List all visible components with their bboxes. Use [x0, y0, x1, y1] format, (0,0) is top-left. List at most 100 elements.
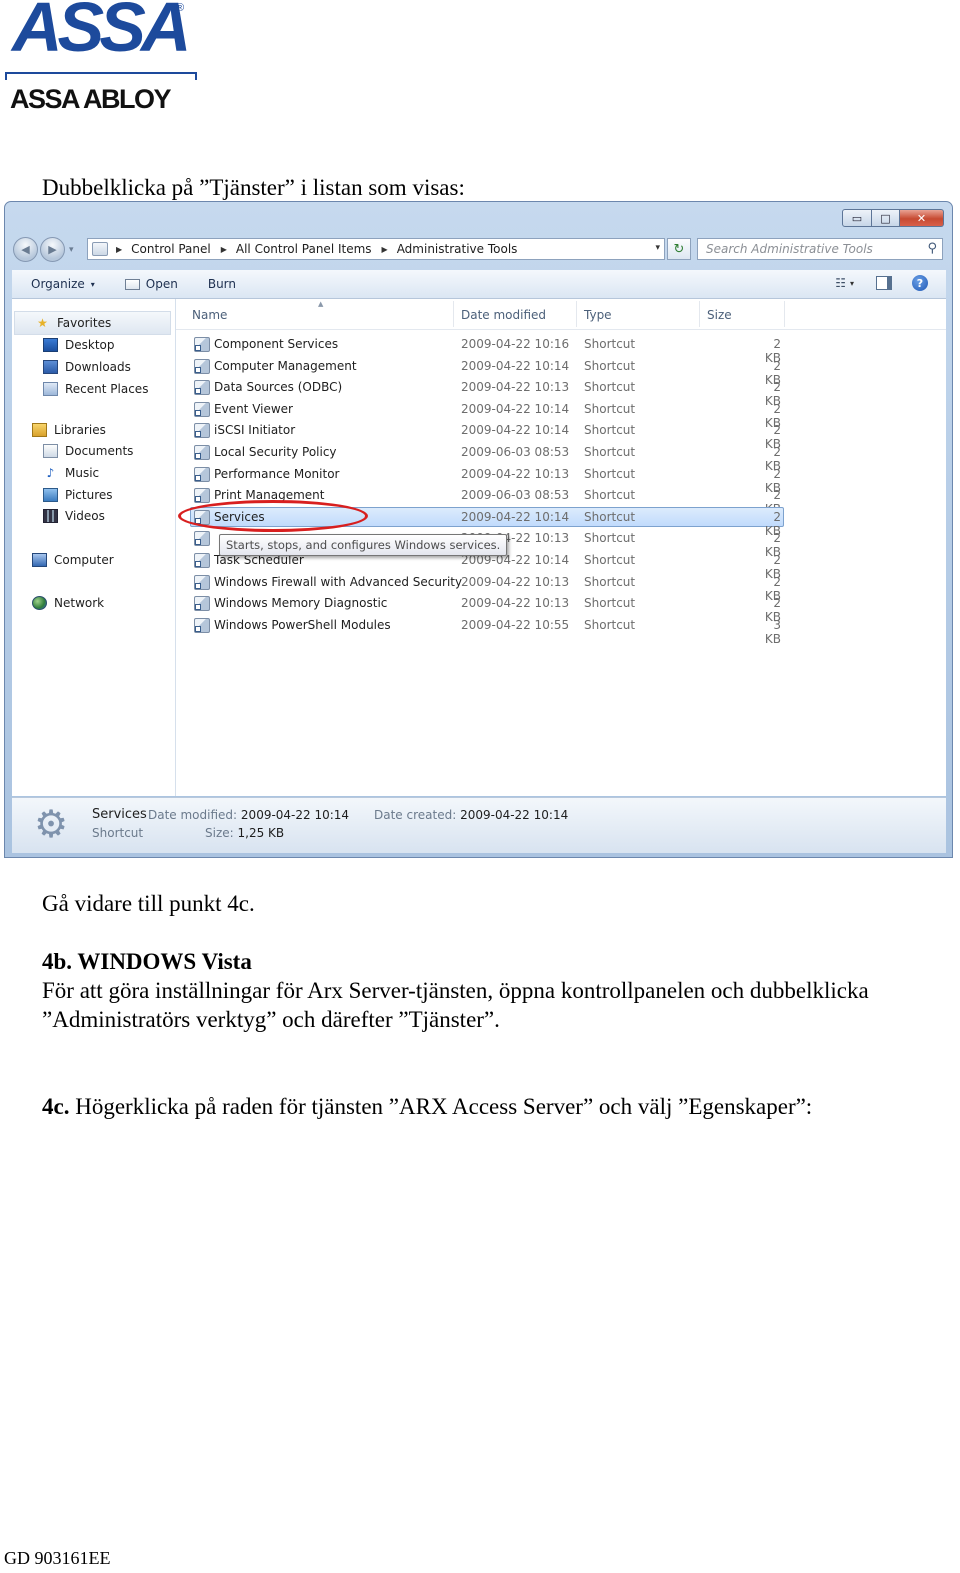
- views-dropdown-icon[interactable]: ▾: [850, 279, 854, 288]
- file-row[interactable]: Windows Memory Diagnostic 2009-04-22 10:1…: [176, 593, 946, 624]
- nav-music[interactable]: ♪ Music: [12, 462, 175, 484]
- file-name: Data Sources (ODBC): [214, 380, 343, 395]
- breadcrumb-control-panel[interactable]: Control Panel: [131, 242, 211, 256]
- column-date-modified[interactable]: Date modified: [461, 308, 546, 322]
- assa-abloy-logo: ASSA ® ASSA ABLOY: [4, 0, 197, 120]
- column-type[interactable]: Type: [584, 308, 612, 322]
- breadcrumb-administrative-tools[interactable]: Administrative Tools: [397, 242, 518, 256]
- column-divider[interactable]: [784, 301, 785, 327]
- file-date-modified: 2009-04-22 10:16: [461, 337, 570, 351]
- breadcrumb-separator-icon[interactable]: ▶: [382, 245, 388, 254]
- file-type: Shortcut: [584, 617, 636, 632]
- file-type: Shortcut: [584, 509, 636, 524]
- column-divider[interactable]: [576, 301, 577, 327]
- recent-places-icon: [43, 381, 58, 396]
- search-icon[interactable]: ⚲: [927, 241, 937, 256]
- file-name: Windows Firewall with Advanced Security: [214, 574, 463, 589]
- file-row[interactable]: Component Services 2009-04-22 10:16 Shortc…: [176, 334, 946, 365]
- maximize-button[interactable]: □: [872, 209, 900, 227]
- nav-computer[interactable]: Computer: [12, 549, 175, 571]
- shortcut-file-icon: [194, 444, 210, 460]
- breadcrumb-separator-icon[interactable]: ▶: [116, 245, 122, 254]
- shortcut-file-icon: [194, 466, 210, 482]
- close-button[interactable]: ✕: [900, 209, 944, 227]
- refresh-button[interactable]: ↻: [667, 238, 691, 260]
- column-size[interactable]: Size: [707, 308, 732, 322]
- nav-pictures-label: Pictures: [65, 487, 113, 502]
- breadcrumb-all-control-panel-items[interactable]: All Control Panel Items: [236, 242, 372, 256]
- nav-music-label: Music: [65, 465, 100, 480]
- file-list-pane: Name ▲ Date modified Type Size Component…: [176, 299, 946, 796]
- nav-favorites[interactable]: ★ Favorites: [14, 311, 171, 335]
- column-divider[interactable]: [453, 301, 454, 327]
- nav-recent-places[interactable]: Recent Places: [12, 378, 175, 400]
- file-row[interactable]: Computer Management 2009-04-22 10:14 Short…: [176, 356, 946, 387]
- network-group: Network: [12, 592, 175, 614]
- heading-4b: 4b. WINDOWS Vista: [42, 949, 252, 974]
- details-type: Shortcut: [92, 826, 144, 840]
- back-button[interactable]: ◀: [13, 237, 38, 262]
- nav-libraries[interactable]: Libraries: [12, 419, 175, 441]
- shortcut-file-icon: [194, 574, 210, 590]
- breadcrumb-separator-icon[interactable]: ▶: [221, 245, 227, 254]
- file-row[interactable]: Windows PowerShell Modules 2009-04-22 10:…: [176, 615, 946, 646]
- nav-downloads-label: Downloads: [65, 359, 131, 374]
- nav-downloads[interactable]: Downloads: [12, 356, 175, 378]
- forward-button[interactable]: ▶: [40, 237, 65, 262]
- nav-videos[interactable]: Videos: [12, 505, 175, 527]
- organize-dropdown-icon: ▾: [90, 279, 95, 289]
- nav-favorites-label: Favorites: [57, 315, 112, 330]
- file-date-modified: 2009-04-22 10:13: [461, 596, 570, 611]
- file-row[interactable]: Performance Monitor 2009-04-22 10:13 Short…: [176, 464, 946, 495]
- logo-bracket: [5, 72, 197, 80]
- nav-computer-label: Computer: [54, 552, 114, 567]
- libraries-list: Libraries Documents ♪ Music Pictures Vid…: [12, 419, 175, 527]
- downloads-icon: [43, 359, 58, 374]
- nav-desktop-label: Desktop: [65, 338, 115, 353]
- preview-pane-icon[interactable]: [876, 276, 892, 290]
- nav-network[interactable]: Network: [12, 592, 175, 614]
- services-gear-icon: ⚙: [33, 802, 69, 846]
- logo-registered-mark: ®: [176, 2, 185, 14]
- search-input[interactable]: Search Administrative Tools ⚲: [697, 238, 943, 260]
- toolbar-right-controls: ☷ ▾ ?: [835, 275, 928, 291]
- column-divider[interactable]: [699, 301, 700, 327]
- burn-button[interactable]: Burn: [208, 277, 236, 291]
- address-dropdown-icon[interactable]: ▾: [655, 243, 660, 253]
- address-bar[interactable]: ▶ Control Panel ▶ All Control Panel Item…: [87, 238, 665, 260]
- nav-desktop[interactable]: Desktop: [12, 335, 175, 357]
- file-row[interactable]: Event Viewer 2009-04-22 10:14 Shortcut 2 KB: [176, 399, 946, 430]
- views-icon[interactable]: ☷: [835, 276, 846, 290]
- shortcut-file-icon: [194, 380, 210, 396]
- file-date-modified: 2009-06-03 08:53: [461, 444, 570, 459]
- shortcut-file-icon: [194, 423, 210, 439]
- shortcut-file-icon: [194, 531, 210, 547]
- file-name: Performance Monitor: [214, 466, 340, 481]
- instruction-go-to-4c: Gå vidare till punkt 4c.: [42, 891, 255, 916]
- recent-pages-dropdown[interactable]: ▾: [69, 245, 74, 255]
- heading-4c-text: Högerklicka på raden för tjänsten ”ARX A…: [69, 1094, 813, 1119]
- nav-pictures[interactable]: Pictures: [12, 484, 175, 506]
- file-date-modified: 2009-04-22 10:13: [461, 466, 570, 481]
- services-tooltip: Starts, stops, and configures Windows se…: [219, 534, 508, 556]
- file-row[interactable]: Data Sources (ODBC) 2009-04-22 10:13 Short…: [176, 377, 946, 408]
- file-row[interactable]: Windows Firewall with Advanced Security 2…: [176, 572, 946, 603]
- heading-4c-number: 4c.: [42, 1094, 70, 1119]
- file-row[interactable]: Local Security Policy 2009-06-03 08:53 Sho…: [176, 442, 946, 473]
- file-date-modified: 2009-04-22 10:14: [461, 423, 570, 438]
- open-button[interactable]: Open: [124, 277, 178, 291]
- file-row[interactable]: iSCSI Initiator 2009-04-22 10:14 Shortcut 2…: [176, 420, 946, 451]
- organize-button[interactable]: Organize ▾: [31, 277, 95, 291]
- documents-icon: [43, 444, 58, 459]
- shortcut-file-icon: [194, 596, 210, 612]
- column-name[interactable]: Name: [192, 308, 227, 322]
- libraries-icon: [32, 422, 47, 437]
- pictures-icon: [43, 487, 58, 502]
- file-type: Shortcut: [584, 401, 636, 416]
- help-icon[interactable]: ?: [912, 275, 928, 291]
- details-date-created: Date created: 2009-04-22 10:14: [374, 808, 568, 822]
- minimize-button[interactable]: ▭: [842, 209, 872, 227]
- open-icon: [124, 278, 140, 290]
- nav-documents[interactable]: Documents: [12, 441, 175, 463]
- organize-label: Organize: [31, 277, 85, 291]
